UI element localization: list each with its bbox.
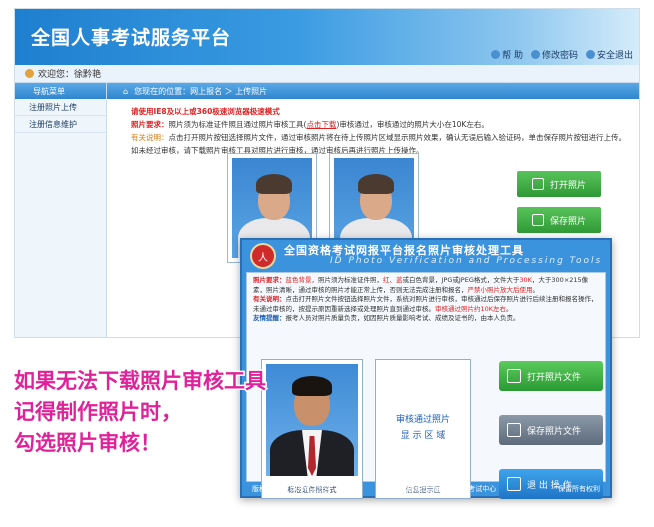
photo-tool-window: 人 全国资格考试网报平台报名照片审核处理工具 ID Photo Verifica…: [240, 238, 612, 499]
inst-b: 审核通过照片约10K左右: [435, 304, 507, 313]
caption-line-3: 勾选照片审核！: [13, 430, 163, 457]
folder-icon: [531, 178, 544, 190]
req-d: 或白色背景，JPG或JPEG格式，文件大于: [402, 276, 520, 284]
tool-title-en: ID Photo Verification and Processing Too…: [330, 256, 603, 266]
standard-photo-frame: 标准证件照样式: [261, 359, 363, 499]
result-line-2: 显 示 区 域: [400, 431, 446, 441]
help-icon: [491, 50, 501, 59]
welcome-text: 欢迎您：徐黔艳: [38, 70, 102, 80]
inst-c: 。: [506, 304, 513, 313]
user-icon: [25, 69, 34, 78]
save-photo-file-label: 保存照片文件: [527, 426, 582, 437]
sidebar-head: 导航菜单: [15, 83, 106, 99]
site-header: 全国人事考试服务平台 帮 助 修改密码 安全退出: [15, 9, 639, 65]
help-link[interactable]: 帮 助: [491, 48, 523, 61]
logout-link[interactable]: 安全退出: [585, 48, 633, 61]
req-c: 红、蓝: [383, 276, 403, 284]
req-e: 30K: [519, 276, 532, 284]
open-photo-file-button[interactable]: 打开照片文件: [499, 361, 603, 391]
overlay-caption: 如果无法下载照片审核工具 记得制作照片时， 勾选照片审核！: [13, 366, 268, 459]
help-label: 帮 助: [502, 51, 523, 61]
req-a: 蓝色背景，: [285, 276, 319, 284]
disk-icon: [507, 423, 521, 437]
result-display-area: 审核通过照片 显 示 区 域 信息提示区: [375, 359, 471, 499]
seal-icon: 人: [250, 243, 276, 269]
photo-req-text-a: 照片须为标准证件照且通过照片审核工具(: [168, 120, 307, 129]
caption-line-1: 如果无法下载照片审核工具: [13, 368, 268, 395]
tip-text: 报考人员对照片质量负责，如因照片质量影响考试、成绩及证书的，由本人负责。: [285, 314, 520, 322]
save-photo-button[interactable]: 保存照片: [517, 207, 601, 233]
change-password-link[interactable]: 修改密码: [530, 48, 578, 61]
caption-line-2: 记得制作照片时，: [13, 399, 184, 426]
inst-a: 点击打开照片文件按钮选择照片文件，系统对照片进行审核，审核通过后保存照片进行后续…: [253, 295, 598, 313]
breadcrumb: ⌂ 您现在的位置：网上报名 ＞ 上传照片: [107, 83, 639, 99]
tool-panel: 照片要求：蓝色背景，照片须为标准证件照，红、蓝或白色背景，JPG或JPEG格式，…: [246, 272, 606, 499]
site-toolbar: 帮 助 修改密码 安全退出: [491, 48, 633, 61]
upload-notice: 请使用IE8及以上或360极速浏览器极速模式 照片要求：照片须为标准证件照且通过…: [107, 99, 639, 157]
photo-req-label: 照片要求：: [131, 120, 169, 129]
open-photo-file-label: 打开照片文件: [527, 372, 582, 383]
tool-header: 人 全国资格考试网报平台报名照片审核处理工具 ID Photo Verifica…: [242, 240, 610, 272]
home-icon: ⌂: [123, 86, 129, 96]
result-line-1: 审核通过照片: [395, 415, 450, 425]
site-title: 全国人事考试服务平台: [31, 27, 232, 49]
photo-req-text-b: )审核通过，审核通过的照片大小在10K左右。: [336, 120, 489, 129]
tip-label: 友情提醒：: [253, 314, 286, 322]
sidebar: 导航菜单 注册照片上传 注册信息维护: [15, 83, 107, 337]
tool-footer: 版权所有 © 2014-2024 人力资源社会保障部人事考试中心 保留所有权利: [242, 482, 610, 496]
logout-label: 安全退出: [596, 51, 633, 61]
result-text: 审核通过照片 显 示 区 域: [376, 412, 470, 444]
req-b: 照片须为标准证件照，: [318, 276, 383, 284]
change-password-label: 修改密码: [541, 51, 578, 61]
related-label: 有关说明：: [131, 133, 169, 142]
related-text: 点击打开照片按钮选择照片文件，通过审核照片将在待上传照片区域显示照片效果，确认无…: [131, 133, 626, 155]
save-photo-file-button[interactable]: 保存照片文件: [499, 415, 603, 445]
sidebar-item-info-maintenance[interactable]: 注册信息维护: [15, 116, 106, 133]
key-icon: [530, 50, 540, 59]
inst-label: 有关说明：: [253, 295, 286, 303]
folder-icon: [507, 369, 521, 383]
publisher-text: 人力资源社会保障部人事考试中心: [391, 485, 497, 493]
save-photo-label: 保存照片: [549, 216, 586, 227]
copyright-text: 版权所有 © 2014-2024: [252, 485, 330, 493]
seal-text: 人: [258, 252, 268, 264]
rights-text: 保留所有权利: [557, 485, 600, 493]
req-h: 。: [532, 285, 540, 294]
download-tool-link[interactable]: 点击下载: [306, 120, 336, 129]
tool-notice: 照片要求：蓝色背景，照片须为标准证件照，红、蓝或白色背景，JPG或JPEG格式，…: [247, 273, 605, 327]
sidebar-item-photo-upload[interactable]: 注册照片上传: [15, 99, 106, 116]
browser-notice: 请使用IE8及以上或360极速浏览器极速模式: [131, 107, 280, 116]
exit-icon: [585, 50, 595, 59]
open-photo-button[interactable]: 打开照片: [517, 171, 601, 197]
open-photo-label: 打开照片: [549, 180, 586, 191]
save-icon: [531, 214, 544, 226]
req-g: 严禁小照片放大后使用: [467, 285, 533, 294]
req-label: 照片要求：: [253, 276, 286, 284]
welcome-bar: 欢迎您：徐黔艳: [15, 65, 639, 83]
standard-photo: [266, 364, 358, 476]
breadcrumb-text: 您现在的位置：网上报名 ＞ 上传照片: [134, 86, 268, 96]
